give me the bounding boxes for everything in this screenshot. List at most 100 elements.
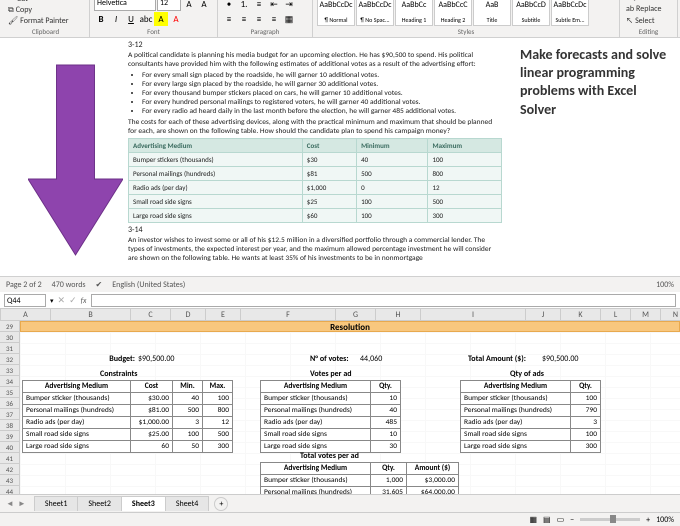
style-item[interactable]: AaBbCcHeading 1	[395, 0, 433, 26]
sheet-tab[interactable]: Sheet2	[77, 496, 122, 511]
highlight-button[interactable]: A	[154, 12, 168, 26]
copy-button[interactable]: ⧉Copy	[6, 5, 71, 15]
col-header[interactable]: F	[241, 309, 336, 320]
row-header[interactable]: 39	[0, 431, 20, 442]
new-sheet-button[interactable]: +	[214, 497, 228, 511]
col-header[interactable]: G	[336, 309, 376, 320]
view-normal-icon[interactable]: ▦	[529, 515, 537, 525]
tab-next-icon[interactable]: ►	[18, 499, 26, 509]
style-item[interactable]: AaBbCcDcSubtle Em...	[551, 0, 589, 26]
col-header[interactable]: E	[206, 309, 241, 320]
zoom-slider[interactable]	[580, 518, 640, 521]
row-header[interactable]: 29	[0, 321, 20, 332]
font-size-select[interactable]: 12	[157, 0, 181, 11]
col-header[interactable]: D	[171, 309, 206, 320]
increase-indent-button[interactable]: ⇥	[282, 0, 296, 11]
page-indicator[interactable]: Page 2 of 2	[6, 280, 42, 290]
bullets-button[interactable]: •	[222, 0, 236, 11]
shrink-font-button[interactable]: A	[197, 0, 211, 11]
italic-button[interactable]: I	[109, 12, 123, 26]
word-zoom[interactable]: 100%	[656, 280, 674, 290]
font-color-button[interactable]: A	[169, 12, 183, 26]
justify-button[interactable]: ≡	[267, 12, 281, 26]
chevron-down-icon[interactable]: ▾	[50, 296, 54, 305]
view-break-icon[interactable]: ▭	[557, 515, 565, 525]
nvotes-value: 44,060	[360, 354, 382, 364]
col-header[interactable]: A	[1, 309, 51, 320]
col-header[interactable]: K	[561, 309, 601, 320]
totals-table[interactable]: Advertising MediumQty.Amount ($)Bumper s…	[260, 462, 459, 494]
col-header[interactable]: L	[601, 309, 631, 320]
column-headers[interactable]: ABCDEFGHIJKLMN	[0, 309, 680, 321]
tab-prev-icon[interactable]: ◄	[6, 499, 14, 509]
zoom-out-icon[interactable]: −	[570, 515, 574, 525]
col-header[interactable]: C	[131, 309, 171, 320]
row-headers[interactable]: 2930313233343536373839404142434445464748…	[0, 321, 20, 494]
col-header[interactable]: N	[661, 309, 680, 320]
sheet-tab[interactable]: Sheet1	[34, 496, 79, 511]
view-layout-icon[interactable]: ▤	[543, 515, 551, 525]
align-center-button[interactable]: ≡	[237, 12, 251, 26]
enter-icon[interactable]: ✓	[69, 295, 77, 306]
row-header[interactable]: 44	[0, 486, 20, 494]
row-header[interactable]: 40	[0, 442, 20, 453]
cell-grid[interactable]: Resolution Budget: $90,500.00 N° of vote…	[20, 321, 680, 494]
align-left-button[interactable]: ≡	[222, 12, 236, 26]
excel-zoom[interactable]: 100%	[656, 515, 674, 525]
votes-table[interactable]: Advertising MediumQty.Bumper sticker (th…	[260, 380, 401, 453]
name-box[interactable]: Q44	[4, 294, 46, 307]
font-name-select[interactable]: Helvetica	[94, 0, 156, 11]
zoom-in-icon[interactable]: +	[646, 515, 650, 525]
fx-icon[interactable]: fx	[81, 296, 87, 306]
row-header[interactable]: 43	[0, 475, 20, 486]
col-header[interactable]: B	[51, 309, 131, 320]
row-header[interactable]: 42	[0, 464, 20, 475]
style-item[interactable]: AaBbCcDc¶ Normal	[317, 0, 355, 26]
bold-button[interactable]: B	[94, 12, 108, 26]
constraints-table[interactable]: Advertising MediumCostMin.Max.Bumper sti…	[22, 380, 233, 453]
language-indicator[interactable]: English (United States)	[112, 280, 185, 290]
row-header[interactable]: 38	[0, 420, 20, 431]
cancel-icon[interactable]: ✕	[58, 295, 66, 306]
align-right-button[interactable]: ≡	[252, 12, 266, 26]
select-button[interactable]: ↖Select	[624, 16, 657, 26]
multilevel-button[interactable]: ≡	[252, 0, 266, 11]
col-header[interactable]: M	[631, 309, 661, 320]
underline-button[interactable]: U	[124, 12, 138, 26]
qty-table[interactable]: Advertising MediumQty.Bumper sticker (th…	[460, 380, 601, 453]
replace-button[interactable]: abReplace	[624, 4, 663, 14]
row-header[interactable]: 41	[0, 453, 20, 464]
format-painter-button[interactable]: 🖌Format Painter	[6, 16, 71, 26]
cut-button[interactable]: ✂Cut	[6, 0, 71, 4]
row-header[interactable]: 36	[0, 398, 20, 409]
numbering-button[interactable]: 1.	[237, 0, 251, 11]
find-button[interactable]: 🔍Find	[624, 0, 654, 2]
sheet-tab[interactable]: Sheet4	[165, 496, 210, 511]
row-header[interactable]: 30	[0, 332, 20, 343]
col-header[interactable]: I	[421, 309, 526, 320]
style-item[interactable]: AaBTitle	[473, 0, 511, 26]
purple-arrow-shape[interactable]	[28, 60, 123, 260]
row-header[interactable]: 34	[0, 376, 20, 387]
col-header[interactable]: H	[376, 309, 421, 320]
style-item[interactable]: AaBbCcCHeading 2	[434, 0, 472, 26]
styles-gallery[interactable]: AaBbCcDc¶ NormalAaBbCcDc¶ No Spac...AaBb…	[317, 0, 589, 26]
row-header[interactable]: 32	[0, 354, 20, 365]
excel-sheet[interactable]: ABCDEFGHIJKLMN 2930313233343536373839404…	[0, 309, 680, 494]
row-header[interactable]: 37	[0, 409, 20, 420]
style-item[interactable]: AaBbCcDc¶ No Spac...	[356, 0, 394, 26]
grow-font-button[interactable]: A	[182, 0, 196, 11]
word-document-page[interactable]: 3-12 A political candidate is planning h…	[120, 38, 510, 276]
style-item[interactable]: AaBbCcDSubtitle	[512, 0, 550, 26]
formula-bar[interactable]	[91, 294, 676, 307]
row-header[interactable]: 31	[0, 343, 20, 354]
decrease-indent-button[interactable]: ⇤	[267, 0, 281, 11]
col-header[interactable]: J	[526, 309, 561, 320]
proofing-icon[interactable]: ✔	[96, 280, 103, 290]
shading-button[interactable]: ▦	[282, 12, 296, 26]
row-header[interactable]: 33	[0, 365, 20, 376]
word-count[interactable]: 470 words	[52, 280, 86, 290]
sheet-tab[interactable]: Sheet3	[121, 496, 166, 511]
strike-button[interactable]: abc	[139, 12, 153, 26]
row-header[interactable]: 35	[0, 387, 20, 398]
